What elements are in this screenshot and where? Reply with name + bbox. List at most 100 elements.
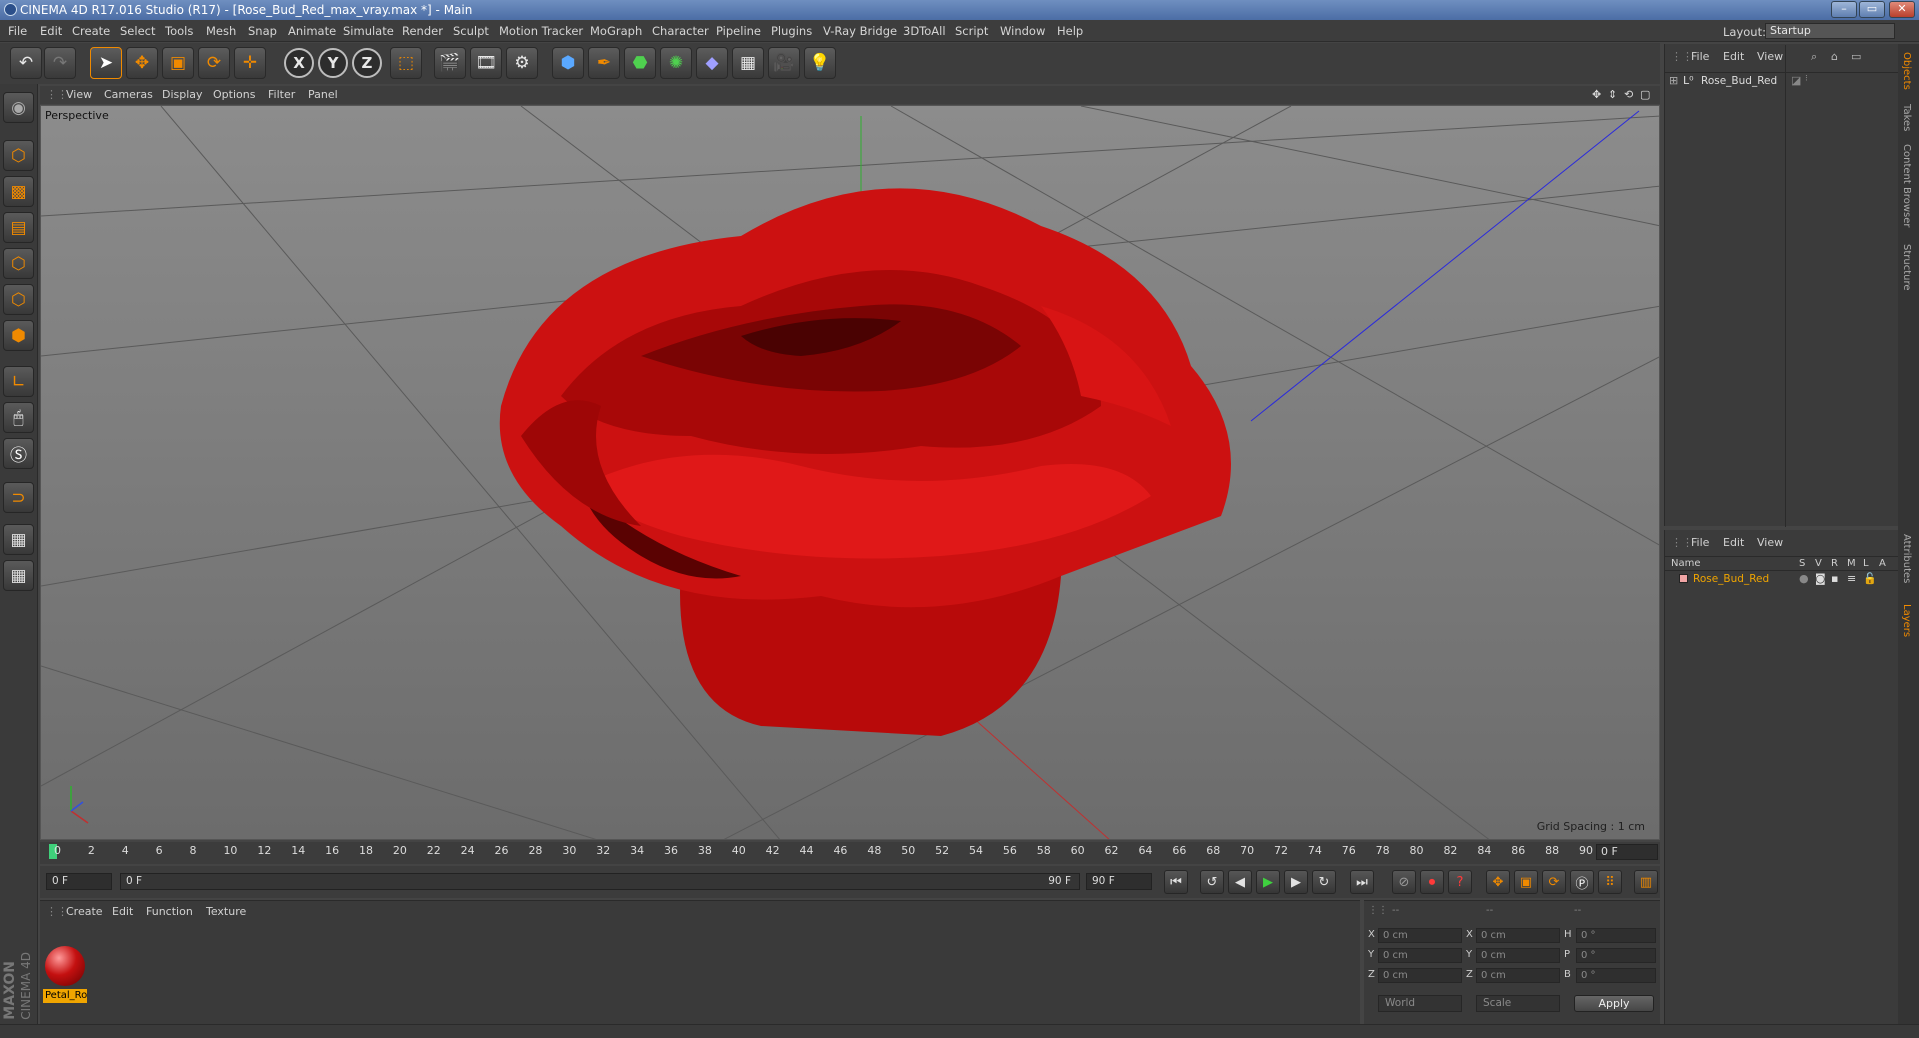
pen-spline-button[interactable]: ✒	[588, 47, 620, 79]
tweak-mode-button[interactable]: 🖱	[3, 402, 34, 433]
start-frame-field[interactable]: 0 F	[46, 873, 112, 890]
points-mode-button[interactable]: ⬡	[3, 248, 34, 279]
render-picture-viewer-button[interactable]: 🎞	[470, 47, 502, 79]
viewport-rotate-icon[interactable]: ⟲	[1624, 88, 1633, 101]
end-frame-field[interactable]: 90 F	[1086, 873, 1152, 890]
deformer-button[interactable]: ◆	[696, 47, 728, 79]
tab-structure[interactable]: Structure	[1901, 244, 1912, 291]
layout-select[interactable]: Startup	[1765, 23, 1895, 39]
key-position-button[interactable]: ✥	[1486, 870, 1510, 894]
objects-bookmark-icon[interactable]: ▭	[1851, 50, 1861, 63]
object-row[interactable]: ⊞ L⁰ Rose_Bud_Red ◪ ⁝	[1665, 45, 1899, 527]
z-axis-toggle[interactable]: Z	[352, 48, 382, 78]
menu-pipeline[interactable]: Pipeline	[716, 24, 761, 38]
go-to-end-button[interactable]: ⏭	[1350, 870, 1374, 894]
object-expand-icon[interactable]: ⊞	[1669, 74, 1678, 87]
layer-render-icon[interactable]: ▪	[1831, 572, 1838, 585]
edges-mode-button[interactable]: ⬡	[3, 284, 34, 315]
layer-manager-icon[interactable]: ≡	[1847, 572, 1856, 585]
viewport-move-icon[interactable]: ✥	[1592, 88, 1601, 101]
objects-menu-file[interactable]: File	[1691, 50, 1709, 63]
apply-button[interactable]: Apply	[1574, 995, 1654, 1012]
menu-render[interactable]: Render	[402, 24, 443, 38]
move-button[interactable]: ✥	[126, 47, 158, 79]
objects-home-icon[interactable]: ⌂	[1831, 50, 1838, 63]
menu-motion-tracker[interactable]: Motion Tracker	[499, 24, 583, 38]
transform-button[interactable]: ✛	[234, 47, 266, 79]
cloner-button[interactable]: ✺	[660, 47, 692, 79]
redo-button[interactable]: ↷	[44, 47, 76, 79]
floor-button[interactable]: ▦	[732, 47, 764, 79]
x-axis-toggle[interactable]: X	[284, 48, 314, 78]
size-mode-dropdown[interactable]: Scale	[1476, 995, 1560, 1012]
timeline-ruler[interactable]: 0 2 4 6 8 10 12 14 16 18 20 22 24 26 28 30 32 34 36 38 40 42 4…	[40, 842, 1660, 864]
keyframe-selection-button[interactable]: ?	[1448, 870, 1472, 894]
visibility-dots-icon[interactable]: ⁝	[1805, 74, 1808, 84]
autokey-button[interactable]: ⏺	[1420, 870, 1444, 894]
menu-3dtoall[interactable]: 3DToAll	[903, 24, 946, 38]
texture-mode-button[interactable]: ▩	[3, 176, 34, 207]
minimize-button[interactable]: –	[1831, 1, 1857, 18]
timeline-window-button[interactable]: ▥	[1634, 870, 1658, 894]
pos-z-field[interactable]: 0 cm	[1378, 968, 1462, 983]
viewport-menu-filter[interactable]: Filter	[268, 88, 295, 101]
key-parameter-button[interactable]: Ⓟ	[1570, 870, 1594, 894]
model-mode-button[interactable]: ⬡	[3, 140, 34, 171]
menu-script[interactable]: Script	[955, 24, 988, 38]
menu-mograph[interactable]: MoGraph	[590, 24, 642, 38]
rotate-button[interactable]: ⟳	[198, 47, 230, 79]
maximize-button[interactable]: ▭	[1859, 1, 1885, 18]
material-menu-texture[interactable]: Texture	[206, 905, 246, 918]
viewport-menu-display[interactable]: Display	[162, 88, 203, 101]
layer-row[interactable]: Rose_Bud_Red ● ◙ ▪ ≡ 🔓	[1665, 572, 1899, 586]
make-editable-button[interactable]: ◉	[3, 92, 34, 123]
layer-color-swatch[interactable]	[1679, 574, 1688, 583]
size-x-field[interactable]: 0 cm	[1476, 928, 1560, 943]
next-key-button[interactable]: ↻	[1312, 870, 1336, 894]
size-y-field[interactable]: 0 cm	[1476, 948, 1560, 963]
menu-select[interactable]: Select	[120, 24, 155, 38]
layers-menu-edit[interactable]: Edit	[1723, 536, 1744, 549]
previous-key-button[interactable]: ↺	[1200, 870, 1224, 894]
rot-h-field[interactable]: 0 °	[1576, 928, 1656, 943]
render-view-button[interactable]: 🎬	[434, 47, 466, 79]
layers-menu-view[interactable]: View	[1757, 536, 1783, 549]
viewport-menu-cameras[interactable]: Cameras	[104, 88, 153, 101]
key-pla-button[interactable]: ⠿	[1598, 870, 1622, 894]
workplane-mode-button[interactable]: ▤	[3, 212, 34, 243]
key-rotation-button[interactable]: ⟳	[1542, 870, 1566, 894]
y-axis-toggle[interactable]: Y	[318, 48, 348, 78]
menu-character[interactable]: Character	[652, 24, 709, 38]
previous-frame-button[interactable]: ◀	[1228, 870, 1252, 894]
next-frame-button[interactable]: ▶	[1284, 870, 1308, 894]
rot-b-field[interactable]: 0 °	[1576, 968, 1656, 983]
subdivision-button[interactable]: ⬣	[624, 47, 656, 79]
tab-objects[interactable]: Objects	[1901, 52, 1912, 90]
play-button[interactable]: ▶	[1256, 870, 1280, 894]
objects-menu-edit[interactable]: Edit	[1723, 50, 1744, 63]
viewport-menu-panel[interactable]: Panel	[308, 88, 338, 101]
menu-file[interactable]: File	[8, 24, 27, 38]
magnet-button[interactable]: ⊃	[3, 482, 34, 513]
current-frame-field[interactable]: 0 F	[1596, 844, 1658, 860]
scale-button[interactable]: ▣	[162, 47, 194, 79]
frame-range-slider[interactable]: 0 F 90 F	[120, 873, 1080, 890]
menu-snap[interactable]: Snap	[248, 24, 277, 38]
viewport-menu-options[interactable]: Options	[213, 88, 255, 101]
snap-button[interactable]: Ⓢ	[3, 438, 34, 469]
tab-attributes[interactable]: Attributes	[1901, 534, 1912, 583]
coordinate-system-button[interactable]: ⬚	[390, 47, 422, 79]
menu-simulate[interactable]: Simulate	[343, 24, 394, 38]
key-scale-button[interactable]: ▣	[1514, 870, 1538, 894]
layers-menu-file[interactable]: File	[1691, 536, 1709, 549]
objects-menu-view[interactable]: View	[1757, 50, 1783, 63]
layer-tag-icon[interactable]: ◪	[1791, 74, 1801, 87]
polygons-mode-button[interactable]: ⬢	[3, 320, 34, 351]
menu-mesh[interactable]: Mesh	[206, 24, 236, 38]
viewport-menu-view[interactable]: View	[66, 88, 92, 101]
rose-model[interactable]	[499, 188, 1231, 736]
light-button[interactable]: 💡	[804, 47, 836, 79]
layer-solo-icon[interactable]: ●	[1799, 572, 1809, 585]
material-menu-function[interactable]: Function	[146, 905, 193, 918]
lock-workplane-button[interactable]: ▦	[3, 524, 34, 555]
